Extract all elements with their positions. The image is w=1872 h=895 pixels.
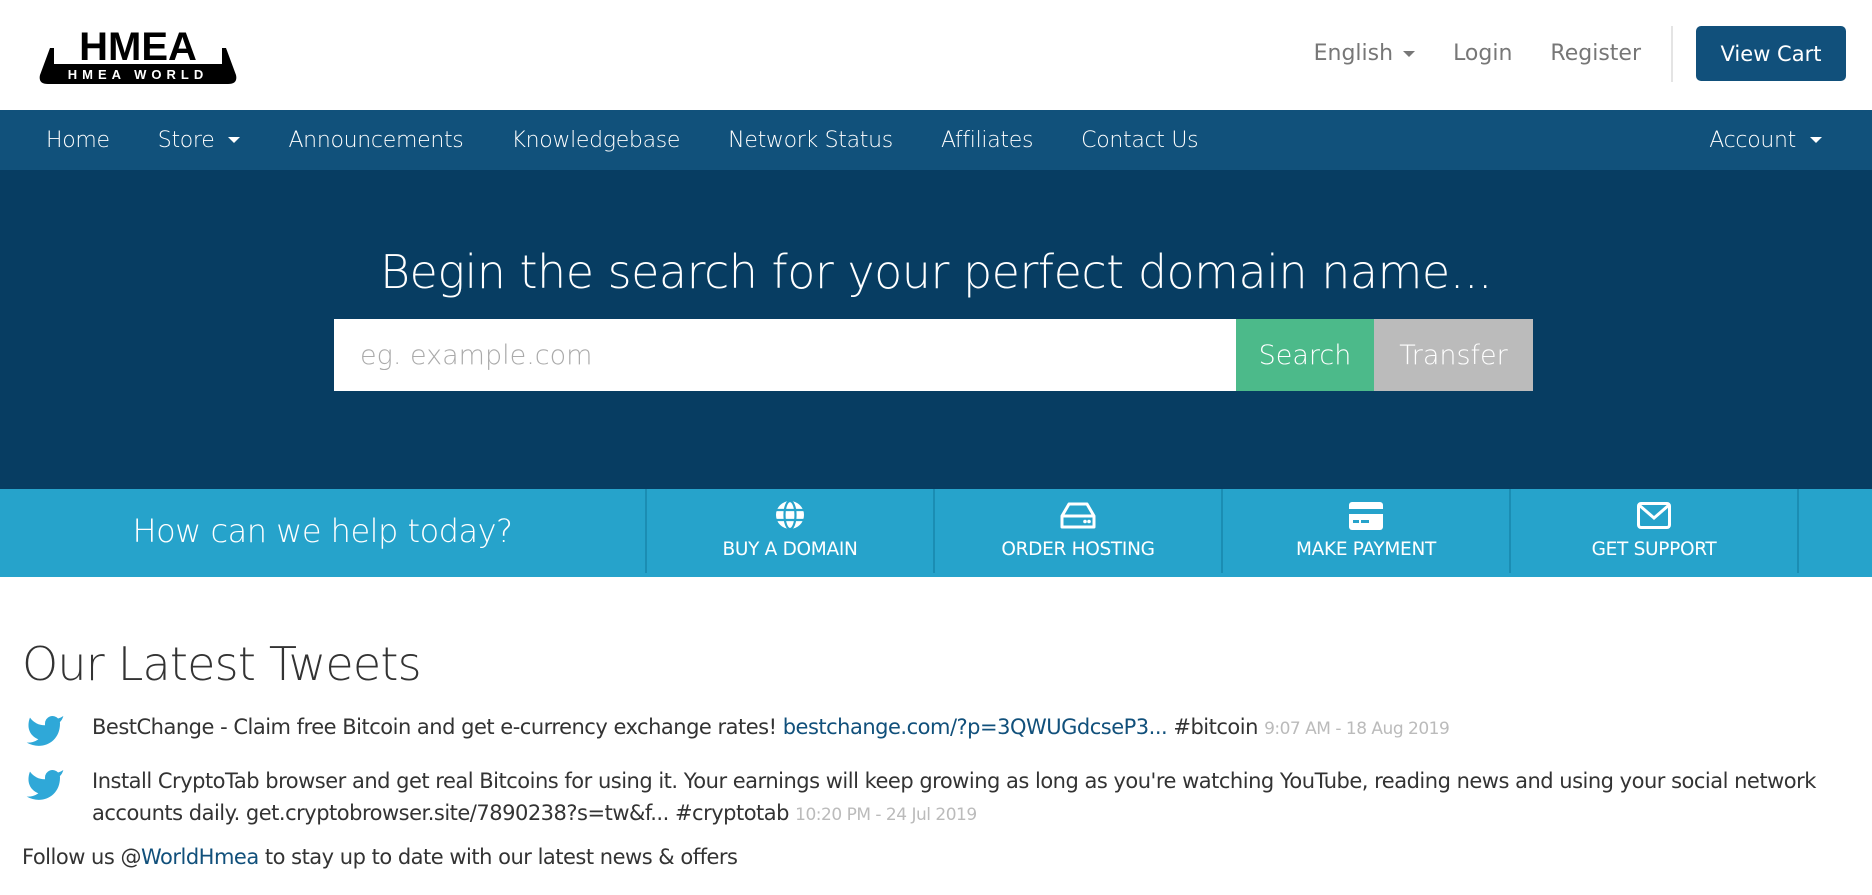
nav-label: Network Status [728,127,893,153]
language-dropdown[interactable]: English [1313,41,1416,66]
top-links: English Login Register View Cart [1276,25,1846,82]
tweet-text: Install CryptoTab browser and get real B… [92,765,1850,831]
latest-tweets: Our Latest Tweets BestChange - Claim fre… [0,637,1872,869]
twitter-handle-link[interactable]: WorldHmea [141,845,259,869]
globe-icon [776,499,804,531]
make-payment-button[interactable]: MAKE PAYMENT [1223,489,1511,573]
tweet-hashtag: #bitcoin [1167,715,1265,739]
nav-home[interactable]: Home [46,128,110,153]
main-nav: Home Store Announcements Knowledgebase N… [0,110,1872,170]
nav-label: Home [46,127,110,153]
chevron-down-icon [228,137,241,143]
help-label: ORDER HOSTING [1001,539,1155,560]
nav-label: Affiliates [940,127,1034,153]
help-bar: How can we help today? BUY A DOMAIN ORDE… [0,489,1872,577]
domain-search-input[interactable] [334,319,1236,391]
buy-domain-button[interactable]: BUY A DOMAIN [647,489,935,573]
server-icon [1060,502,1096,529]
register-link[interactable]: Register [1550,41,1641,66]
nav-knowledgebase[interactable]: Knowledgebase [511,128,680,153]
tweet-link[interactable]: bestchange.com/?p=3QWUGdcseP3... [783,715,1168,739]
divider [1671,25,1673,82]
tweet-item: BestChange - Claim free Bitcoin and get … [22,711,1850,751]
order-hosting-button[interactable]: ORDER HOSTING [935,489,1223,573]
follow-line: Follow us @WorldHmea to stay up to date … [22,845,1850,869]
nav-account[interactable]: Account [1709,110,1822,170]
search-button[interactable]: Search [1236,319,1374,391]
transfer-button[interactable]: Transfer [1374,319,1533,391]
help-label: BUY A DOMAIN [722,539,858,560]
twitter-icon [26,715,64,746]
nav-affiliates[interactable]: Affiliates [940,127,1034,153]
tweet-date: 9:07 AM - 18 Aug 2019 [1264,719,1450,739]
logo-sub-text: HMEA WORLD [68,67,209,82]
chevron-down-icon [1403,50,1416,57]
login-link[interactable]: Login [1453,41,1512,66]
nav-contact-us[interactable]: Contact Us [1081,128,1198,153]
nav-label: Announcements [288,127,464,153]
tweet-item: Install CryptoTab browser and get real B… [22,765,1850,831]
nav-label: Contact Us [1081,127,1199,153]
view-cart-button[interactable]: View Cart [1696,26,1846,81]
credit-card-icon [1349,502,1383,530]
tweet-text: BestChange - Claim free Bitcoin and get … [92,711,1450,751]
nav-announcements[interactable]: Announcements [288,128,463,153]
nav-label: Store [157,127,215,153]
help-title: How can we help today? [0,489,647,573]
get-support-button[interactable]: GET SUPPORT [1511,489,1799,573]
language-label: English [1313,41,1394,66]
hmea-logo[interactable]: HMEA HMEA WORLD [38,20,238,86]
tweet-date: 10:20 PM - 24 Jul 2019 [795,805,977,825]
envelope-icon [1637,502,1671,529]
help-label: MAKE PAYMENT [1295,539,1436,560]
nav-store[interactable]: Store [158,128,241,153]
nav-label: Account [1709,127,1796,153]
nav-network-status[interactable]: Network Status [728,128,893,153]
follow-suffix: to stay up to date with our latest news … [258,845,738,869]
tweet-body: BestChange - Claim free Bitcoin and get … [92,715,783,739]
chevron-down-icon [1810,137,1822,143]
domain-search-hero: Begin the search for your perfect domain… [0,170,1872,489]
domain-search-form: Search Transfer [334,319,1533,391]
nav-label: Knowledgebase [511,127,681,153]
follow-prefix: Follow us @ [22,845,141,869]
hero-title: Begin the search for your perfect domain… [379,245,1493,299]
help-label: GET SUPPORT [1591,539,1717,560]
logo-main-text: HMEA [79,25,197,69]
twitter-icon [26,769,64,800]
tweets-heading: Our Latest Tweets [22,637,422,691]
top-header: HMEA HMEA WORLD English Login Register V… [0,0,1872,110]
